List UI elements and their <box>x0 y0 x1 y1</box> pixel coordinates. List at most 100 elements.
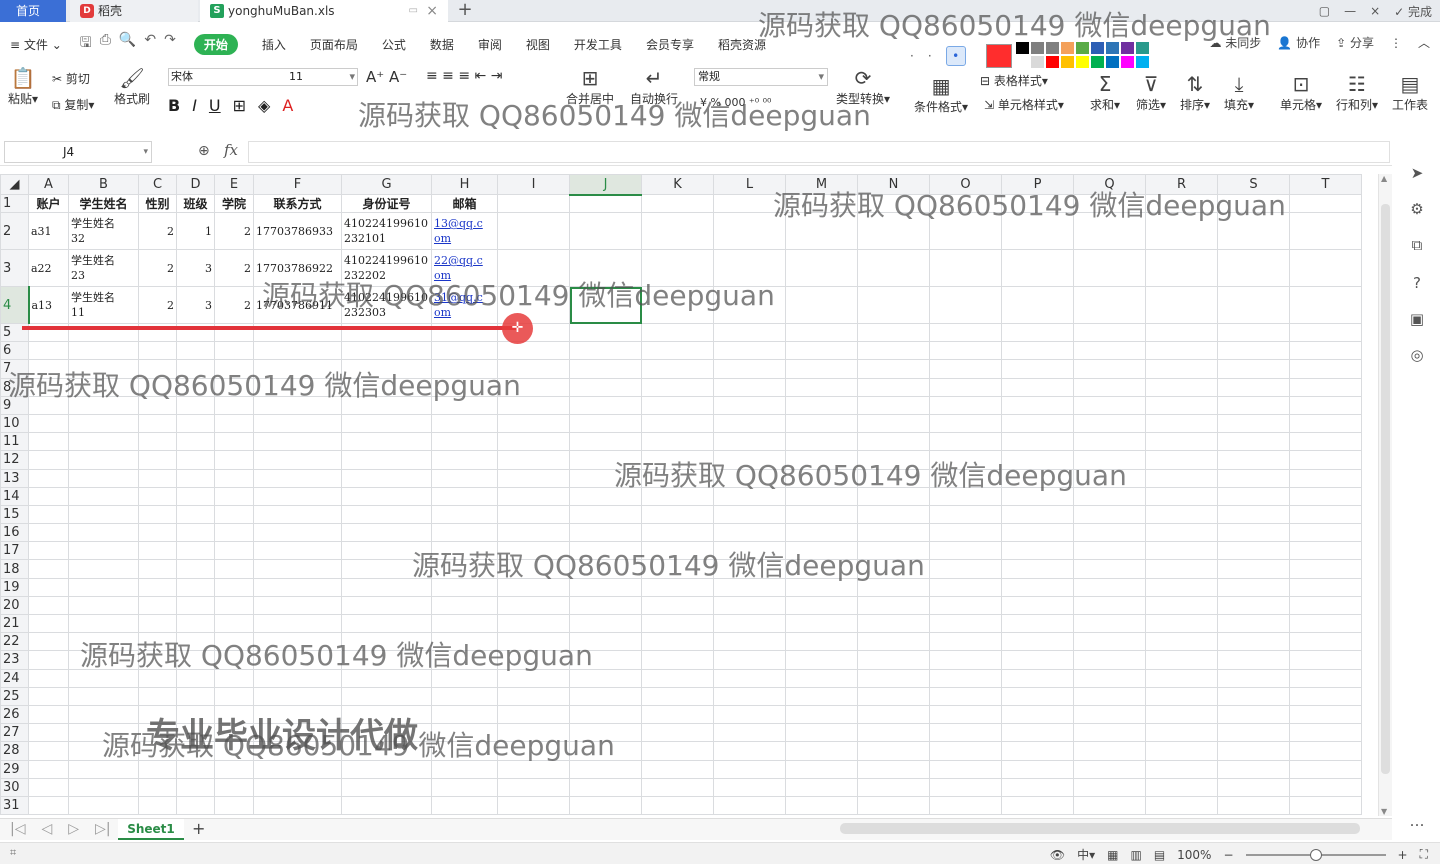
cell-d31[interactable] <box>176 795 215 816</box>
cell-e29[interactable] <box>214 759 254 779</box>
cell-s17[interactable] <box>1217 541 1290 561</box>
cell-e31[interactable] <box>214 795 254 816</box>
cell-c6[interactable] <box>138 341 177 361</box>
cell-p27[interactable] <box>1001 723 1074 743</box>
cell-j25[interactable] <box>569 686 642 706</box>
cell-q22[interactable] <box>1073 632 1146 652</box>
cell-b4[interactable]: 学生姓名 11 <box>68 286 139 324</box>
cell-a3[interactable]: a22 <box>28 249 69 287</box>
cell-k13[interactable] <box>641 468 714 488</box>
cell-l16[interactable] <box>713 523 786 543</box>
row-header[interactable]: 28 <box>0 741 29 761</box>
cell-d30[interactable] <box>176 777 215 797</box>
cell-k5[interactable] <box>641 322 714 343</box>
cell-i13[interactable] <box>497 468 570 488</box>
cell-k24[interactable] <box>641 668 714 688</box>
cell-a21[interactable] <box>28 613 69 634</box>
save-icon[interactable]: 🖫 <box>80 32 92 56</box>
cell-m3[interactable] <box>785 249 858 287</box>
cell-p20[interactable] <box>1001 595 1074 616</box>
cell-n5[interactable] <box>857 322 930 343</box>
cell-d7[interactable] <box>176 359 215 379</box>
cell-k29[interactable] <box>641 759 714 779</box>
cell-e17[interactable] <box>214 541 254 561</box>
cell-f30[interactable] <box>253 777 342 797</box>
cell-i9[interactable] <box>497 395 570 415</box>
row-header[interactable]: 31 <box>0 795 29 816</box>
cell-n14[interactable] <box>857 486 930 506</box>
cell-r12[interactable] <box>1145 450 1218 470</box>
cell-t28[interactable] <box>1289 741 1362 761</box>
cell-t27[interactable] <box>1289 723 1362 743</box>
cell-a27[interactable] <box>28 723 69 743</box>
row-header[interactable]: 8 <box>0 377 29 397</box>
cell-c22[interactable] <box>138 632 177 652</box>
cell-j6[interactable] <box>569 341 642 361</box>
cell-q19[interactable] <box>1073 577 1146 597</box>
cell-t8[interactable] <box>1289 377 1362 397</box>
cell-b1[interactable]: 学生姓名 <box>68 194 139 213</box>
cell-c12[interactable] <box>138 450 177 470</box>
cell-r23[interactable] <box>1145 650 1218 670</box>
cell-f6[interactable] <box>253 341 342 361</box>
cell-b6[interactable] <box>68 341 139 361</box>
italic-icon[interactable]: I <box>192 96 197 115</box>
cell-h30[interactable] <box>431 777 498 797</box>
cell-m10[interactable] <box>785 413 858 434</box>
cell-b17[interactable] <box>68 541 139 561</box>
cell-r19[interactable] <box>1145 577 1218 597</box>
cell-t15[interactable] <box>1289 504 1362 525</box>
cell-g18[interactable] <box>341 559 432 579</box>
cell-d13[interactable] <box>176 468 215 488</box>
cell-j23[interactable] <box>569 650 642 670</box>
cell-k18[interactable] <box>641 559 714 579</box>
cell-j1[interactable] <box>569 194 642 213</box>
column-header-e[interactable]: E <box>214 174 254 195</box>
cell-o30[interactable] <box>929 777 1002 797</box>
cell-r18[interactable] <box>1145 559 1218 579</box>
cell-d14[interactable] <box>176 486 215 506</box>
cell-f13[interactable] <box>253 468 342 488</box>
cell-b26[interactable] <box>68 704 139 725</box>
cell-f8[interactable] <box>253 377 342 397</box>
cell-o13[interactable] <box>929 468 1002 488</box>
cell-m4[interactable] <box>785 286 858 324</box>
column-header-h[interactable]: H <box>431 174 498 195</box>
cell-a17[interactable] <box>28 541 69 561</box>
cell-q13[interactable] <box>1073 468 1146 488</box>
eye-icon[interactable]: 👁 <box>1050 848 1065 862</box>
row-header[interactable]: 20 <box>0 595 29 616</box>
cell-f28[interactable] <box>253 741 342 761</box>
cell-q12[interactable] <box>1073 450 1146 470</box>
cell-a24[interactable] <box>28 668 69 688</box>
cell-d25[interactable] <box>176 686 215 706</box>
cell-j5[interactable] <box>569 322 642 343</box>
cell-b20[interactable] <box>68 595 139 616</box>
email-link[interactable]: 13@qq.c om <box>434 217 483 245</box>
cell-s20[interactable] <box>1217 595 1290 616</box>
cell-e27[interactable] <box>214 723 254 743</box>
cell-a6[interactable] <box>28 341 69 361</box>
cell-s8[interactable] <box>1217 377 1290 397</box>
preview-icon[interactable]: 🔍 <box>119 32 136 56</box>
cell-q29[interactable] <box>1073 759 1146 779</box>
cell-p5[interactable] <box>1001 322 1074 343</box>
cell-t17[interactable] <box>1289 541 1362 561</box>
cell-j14[interactable] <box>569 486 642 506</box>
cut-button[interactable]: ✂ 剪切 <box>52 70 90 87</box>
cell-n9[interactable] <box>857 395 930 415</box>
cell-j15[interactable] <box>569 504 642 525</box>
cell-k31[interactable] <box>641 795 714 816</box>
cell-l22[interactable] <box>713 632 786 652</box>
cell-g21[interactable] <box>341 613 432 634</box>
settings-sliders-icon[interactable]: ⚙ <box>1406 200 1428 218</box>
cell-r13[interactable] <box>1145 468 1218 488</box>
cell-e12[interactable] <box>214 450 254 470</box>
rowcol-button[interactable]: ☷ 行和列▾ <box>1336 72 1378 113</box>
cell-r8[interactable] <box>1145 377 1218 397</box>
cell-r4[interactable] <box>1145 286 1218 324</box>
cell-a14[interactable] <box>28 486 69 506</box>
cell-n16[interactable] <box>857 523 930 543</box>
cell-k9[interactable] <box>641 395 714 415</box>
cell-a20[interactable] <box>28 595 69 616</box>
